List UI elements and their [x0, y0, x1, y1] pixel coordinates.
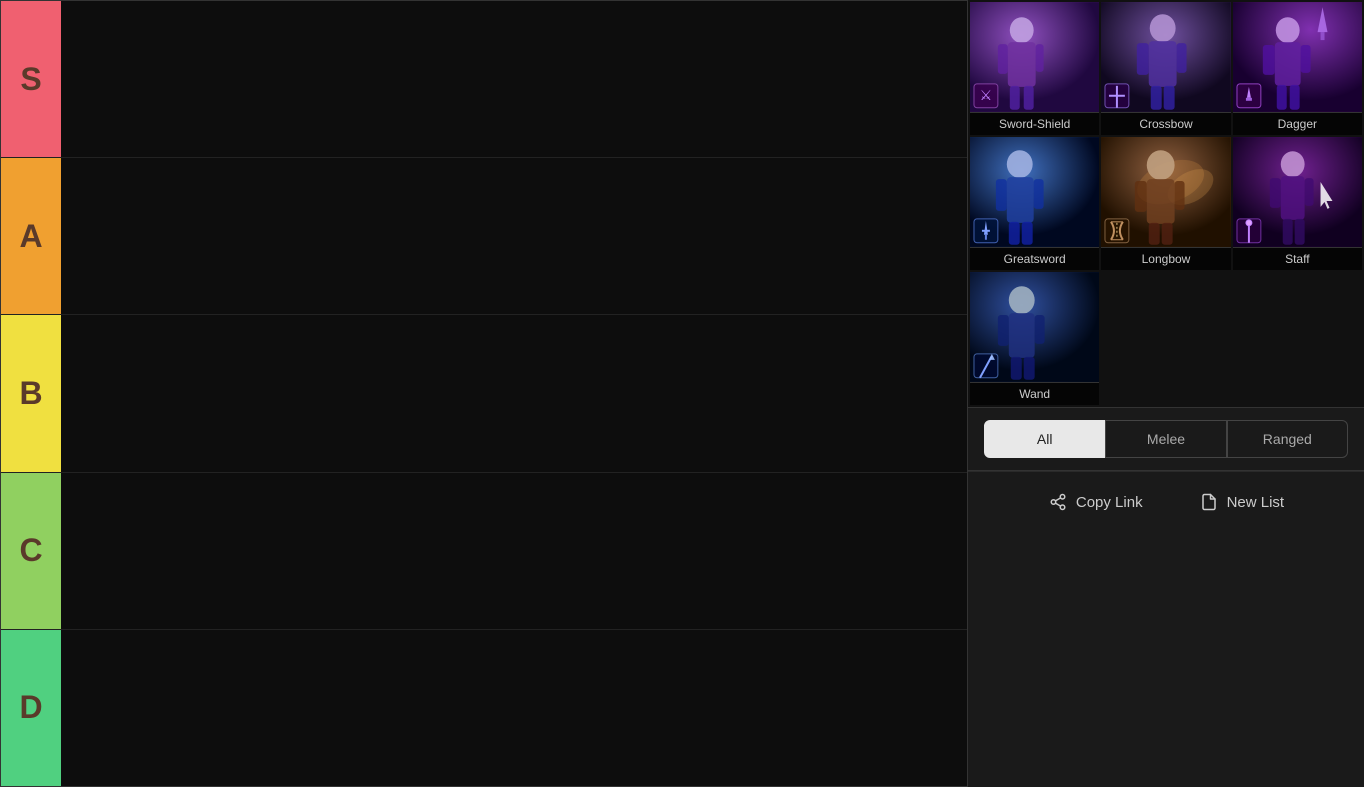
- weapon-card-img-longbow: [1101, 137, 1230, 247]
- weapon-label-wand: Wand: [970, 382, 1099, 405]
- tier-row-b: B: [1, 315, 967, 472]
- filter-melee-button[interactable]: Melee: [1105, 420, 1226, 458]
- weapon-card-img-staff: [1233, 137, 1362, 247]
- tier-label-c: C: [1, 473, 61, 629]
- copy-link-icon: [1048, 492, 1068, 512]
- tier-label-b: B: [1, 315, 61, 471]
- tier-content-d[interactable]: [61, 630, 967, 786]
- weapon-card-img-crossbow: [1101, 2, 1230, 112]
- weapon-label-staff: Staff: [1233, 247, 1362, 270]
- right-panel: ⚔ Sword-Shield: [968, 0, 1364, 787]
- tier-content-c[interactable]: [61, 473, 967, 629]
- new-list-label: New List: [1227, 494, 1285, 511]
- tier-label-a: A: [1, 158, 61, 314]
- weapon-card-img-dagger: [1233, 2, 1362, 112]
- tier-list: S A B C D: [0, 0, 968, 787]
- weapon-card-staff[interactable]: Staff: [1233, 137, 1362, 270]
- filter-bar: All Melee Ranged: [968, 407, 1364, 471]
- filter-all-button[interactable]: All: [984, 420, 1105, 458]
- tier-row-c: C: [1, 473, 967, 630]
- weapon-card-greatsword[interactable]: Greatsword: [970, 137, 1099, 270]
- action-bar: Copy Link New List: [968, 471, 1364, 532]
- weapon-label-dagger: Dagger: [1233, 112, 1362, 135]
- tier-content-b[interactable]: [61, 315, 967, 471]
- tier-row-d: D: [1, 630, 967, 786]
- svg-text:⚔: ⚔: [980, 87, 992, 103]
- weapon-card-wand[interactable]: Wand: [970, 272, 1099, 405]
- tier-row-a: A: [1, 158, 967, 315]
- copy-link-button[interactable]: Copy Link: [1036, 486, 1155, 518]
- weapon-grid: ⚔ Sword-Shield: [968, 0, 1364, 407]
- tier-row-s: S: [1, 1, 967, 158]
- tier-content-a[interactable]: [61, 158, 967, 314]
- weapon-label-crossbow: Crossbow: [1101, 112, 1230, 135]
- copy-link-label: Copy Link: [1076, 494, 1143, 511]
- weapon-label-greatsword: Greatsword: [970, 247, 1099, 270]
- weapon-label-longbow: Longbow: [1101, 247, 1230, 270]
- weapon-card-crossbow[interactable]: Crossbow: [1101, 2, 1230, 135]
- filter-ranged-button[interactable]: Ranged: [1227, 420, 1348, 458]
- weapon-label-sword-shield: Sword-Shield: [970, 112, 1099, 135]
- weapon-card-dagger[interactable]: Dagger: [1233, 2, 1362, 135]
- weapon-card-img-sword-shield: ⚔: [970, 2, 1099, 112]
- weapon-card-sword-shield[interactable]: ⚔ Sword-Shield: [970, 2, 1099, 135]
- weapon-card-img-greatsword: [970, 137, 1099, 247]
- new-list-icon: [1199, 492, 1219, 512]
- tier-label-d: D: [1, 630, 61, 786]
- tier-content-s[interactable]: [61, 1, 967, 157]
- new-list-button[interactable]: New List: [1187, 486, 1297, 518]
- tier-label-s: S: [1, 1, 61, 157]
- weapon-card-img-wand: [970, 272, 1099, 382]
- weapon-card-longbow[interactable]: Longbow: [1101, 137, 1230, 270]
